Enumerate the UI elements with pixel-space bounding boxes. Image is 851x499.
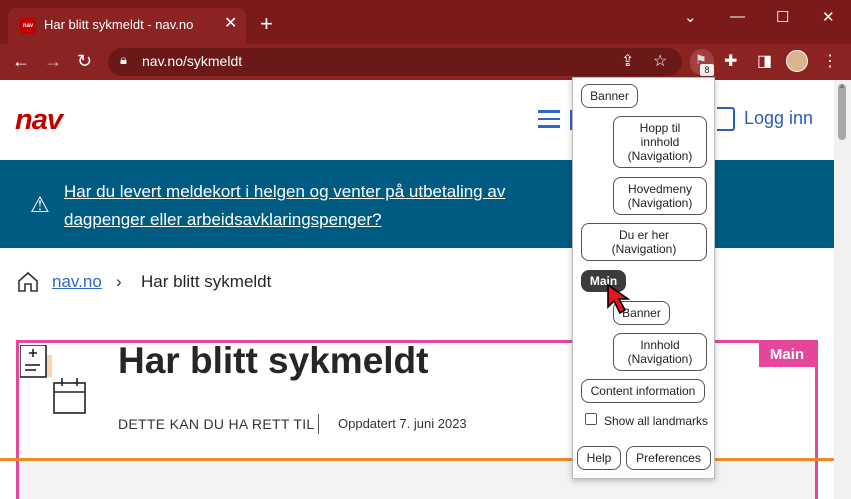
kebab-menu-icon[interactable]: ⋮ <box>822 51 838 71</box>
profile-avatar[interactable] <box>786 50 808 72</box>
breadcrumb-chevron-icon: › <box>116 272 122 291</box>
page-category: DETTE KAN DU HA RETT TIL <box>118 416 315 432</box>
puzzle-extensions-icon[interactable]: ✚ <box>724 51 737 71</box>
mouse-cursor-icon <box>607 283 631 315</box>
nav-favicon-icon: nav <box>20 18 36 34</box>
breadcrumb-current: Har blitt sykmeldt <box>141 272 272 291</box>
scrollbar-track[interactable] <box>834 80 851 499</box>
warning-icon: ⚠︎ <box>30 192 50 217</box>
landmark-breadcrumb-nav-button[interactable]: Du er her (Navigation) <box>581 223 707 261</box>
hamburger-menu-icon[interactable] <box>538 110 560 128</box>
landmark-skip-nav-button[interactable]: Hopp til innhold (Navigation) <box>613 116 707 168</box>
main-landmark-label: Main <box>759 341 815 367</box>
login-link[interactable]: Logg inn <box>744 108 813 129</box>
landmark-content-nav-button[interactable]: Innhold (Navigation) <box>613 333 707 371</box>
url-text[interactable]: nav.no/sykmeldt <box>142 53 242 69</box>
login-icon <box>717 107 735 131</box>
side-panel-icon[interactable]: ◨ <box>757 51 772 71</box>
lock-icon[interactable]: 🔒︎ <box>120 52 127 68</box>
breadcrumb-home-link[interactable]: nav.no <box>52 272 102 292</box>
scroll-up-icon[interactable]: ▲ <box>838 81 846 90</box>
page-updated-date: Oppdatert 7. juni 2023 <box>338 416 467 431</box>
sickleave-illustration-icon <box>20 345 86 414</box>
extension-badge: 8 <box>700 64 714 76</box>
forward-arrow-icon[interactable]: → <box>44 50 62 72</box>
show-all-landmarks-label[interactable]: Show all landmarks <box>604 414 708 428</box>
show-all-landmarks-checkbox[interactable] <box>585 413 597 425</box>
close-window-icon[interactable]: ✕ <box>822 8 835 26</box>
scrollbar-thumb[interactable] <box>838 84 846 140</box>
preferences-button[interactable]: Preferences <box>626 446 711 470</box>
back-arrow-icon[interactable]: ← <box>12 50 30 72</box>
maximize-icon[interactable]: ☐ <box>776 8 789 26</box>
nav-logo[interactable]: nav <box>15 104 63 137</box>
help-button[interactable]: Help <box>577 446 621 470</box>
meta-divider <box>318 414 319 434</box>
alert-banner-link[interactable]: Har du levert meldekort i helgen og vent… <box>64 178 584 234</box>
landmark-banner-button[interactable]: Banner <box>581 84 638 108</box>
bookmark-star-icon[interactable]: ☆ <box>653 51 667 71</box>
tab-title: Har blitt sykmeldt - nav.no <box>44 17 194 32</box>
new-tab-button[interactable]: + <box>260 13 273 35</box>
page-title: Har blitt sykmeldt <box>118 340 429 381</box>
tab-close-icon[interactable]: ✕ <box>224 16 237 32</box>
landmark-contentinfo-button[interactable]: Content information <box>581 379 705 403</box>
reload-icon[interactable]: ↻ <box>77 50 92 72</box>
share-icon[interactable]: ⇪ <box>621 51 634 71</box>
chevron-down-icon[interactable]: ⌄ <box>684 8 697 26</box>
minimize-icon[interactable]: — <box>730 8 745 25</box>
landmark-main-menu-button[interactable]: Hovedmeny (Navigation) <box>613 177 707 215</box>
home-icon <box>18 271 38 292</box>
